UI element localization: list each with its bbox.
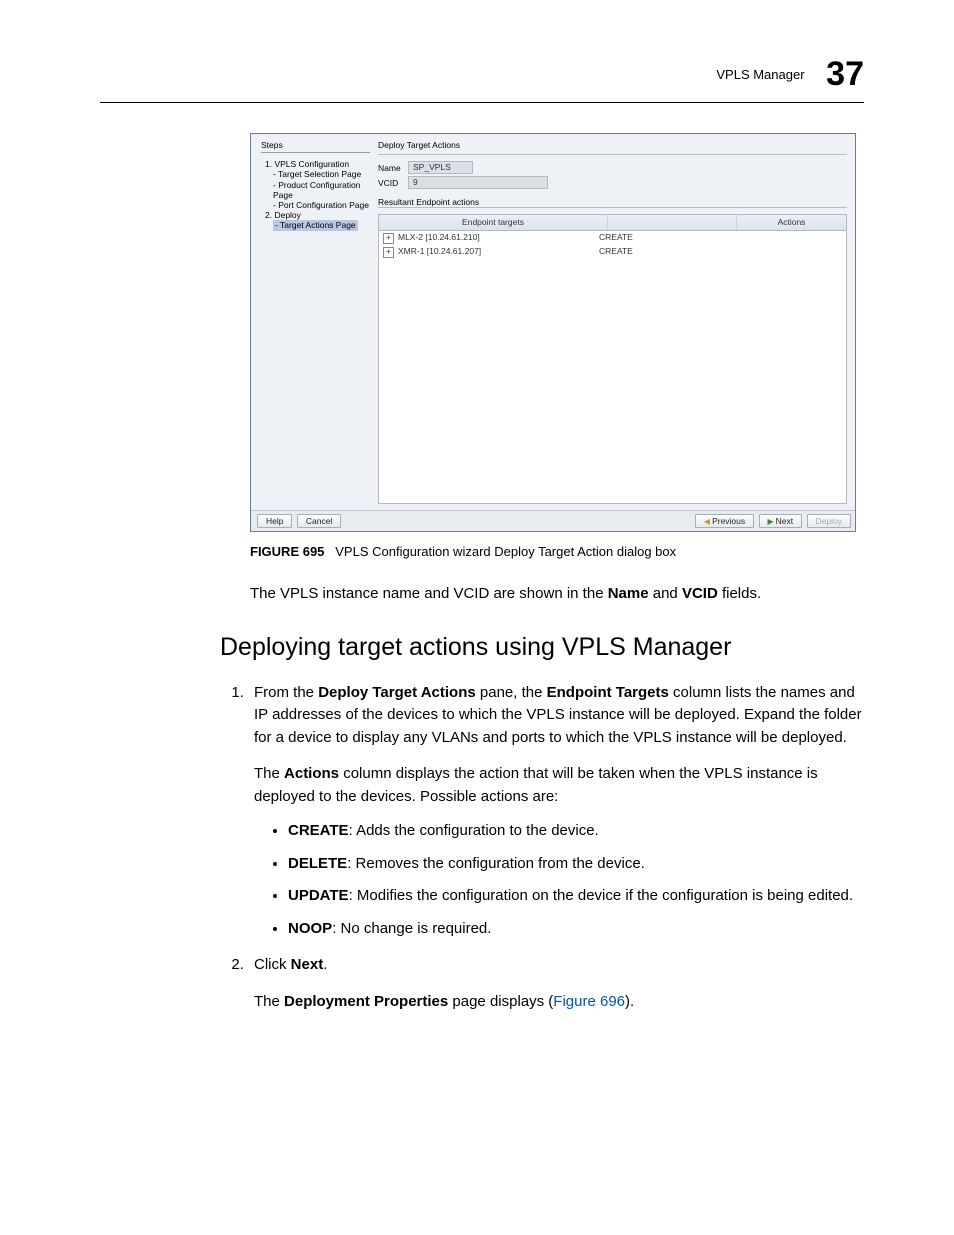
figure-caption: FIGURE 695 VPLS Configuration wizard Dep… (250, 544, 864, 559)
figure-text: VPLS Configuration wizard Deploy Target … (335, 544, 676, 559)
deploy-target-actions-dialog: Steps 1. VPLS Configuration - Target Sel… (250, 133, 856, 532)
step-item: - Product Configuration Page (265, 180, 370, 200)
step-item: - Target Selection Page (265, 169, 370, 179)
table-row[interactable]: + MLX-2 [10.24.61.210] CREATE (379, 231, 846, 245)
previous-icon: ◀ (704, 517, 710, 526)
table-header: Endpoint targets Actions (378, 214, 847, 230)
deploy-button: Deploy (807, 514, 851, 528)
next-icon: ▶ (768, 517, 774, 526)
bullet-delete: DELETE: Removes the configuration from t… (288, 853, 864, 876)
step-item: 1. VPLS Configuration (265, 159, 370, 169)
chapter-title: VPLS Manager (716, 67, 804, 82)
vcid-field[interactable]: 9 (408, 176, 548, 189)
bullet-update: UPDATE: Modifies the configuration on th… (288, 885, 864, 908)
panel-rule (378, 154, 847, 155)
step-item: - Port Configuration Page (265, 200, 370, 210)
row-action: CREATE (599, 232, 719, 244)
row-action: CREATE (599, 246, 719, 258)
wizard-steps: 1. VPLS Configuration - Target Selection… (261, 159, 370, 230)
col-endpoint-targets[interactable]: Endpoint targets (379, 215, 608, 229)
bullet-create: CREATE: Adds the configuration to the de… (288, 820, 864, 843)
cancel-button[interactable]: Cancel (297, 514, 341, 528)
section-heading: Deploying target actions using VPLS Mana… (220, 633, 864, 662)
paragraph: The VPLS instance name and VCID are show… (250, 583, 864, 605)
figure-link[interactable]: Figure 696 (553, 993, 625, 1010)
help-button[interactable]: Help (257, 514, 292, 528)
name-field[interactable]: SP_VPLS (408, 161, 473, 174)
subheader-rule (378, 207, 847, 208)
chapter-number: 37 (826, 55, 864, 93)
step-2: Click Next. The Deployment Properties pa… (248, 954, 864, 1013)
name-label: Name (378, 163, 408, 173)
steps-rule (261, 152, 370, 153)
col-action-key[interactable] (608, 215, 737, 229)
header-rule (100, 102, 864, 103)
step-item: 2. Deploy (265, 210, 370, 220)
vcid-label: VCID (378, 178, 408, 188)
step-1: From the Deploy Target Actions pane, the… (248, 682, 864, 941)
bullet-noop: NOOP: No change is required. (288, 918, 864, 941)
results-table[interactable]: + MLX-2 [10.24.61.210] CREATE + XMR-1 [10.… (378, 231, 847, 504)
expand-icon[interactable]: + (383, 247, 394, 258)
table-row[interactable]: + XMR-1 [10.24.61.207] CREATE (379, 245, 846, 259)
previous-button[interactable]: ◀Previous (695, 514, 754, 529)
page-header: VPLS Manager 37 (100, 55, 864, 94)
next-button[interactable]: ▶Next (759, 514, 803, 529)
row-name: XMR-1 [10.24.61.207] (398, 246, 481, 256)
subheader: Resultant Endpoint actions (378, 197, 847, 207)
col-actions[interactable]: Actions (737, 215, 846, 229)
figure-label: FIGURE 695 (250, 544, 324, 559)
expand-icon[interactable]: + (383, 233, 394, 244)
steps-label: Steps (261, 140, 370, 150)
row-name: MLX-2 [10.24.61.210] (398, 232, 480, 242)
step-item-active: - Target Actions Page (265, 220, 370, 230)
panel-title: Deploy Target Actions (378, 140, 847, 150)
